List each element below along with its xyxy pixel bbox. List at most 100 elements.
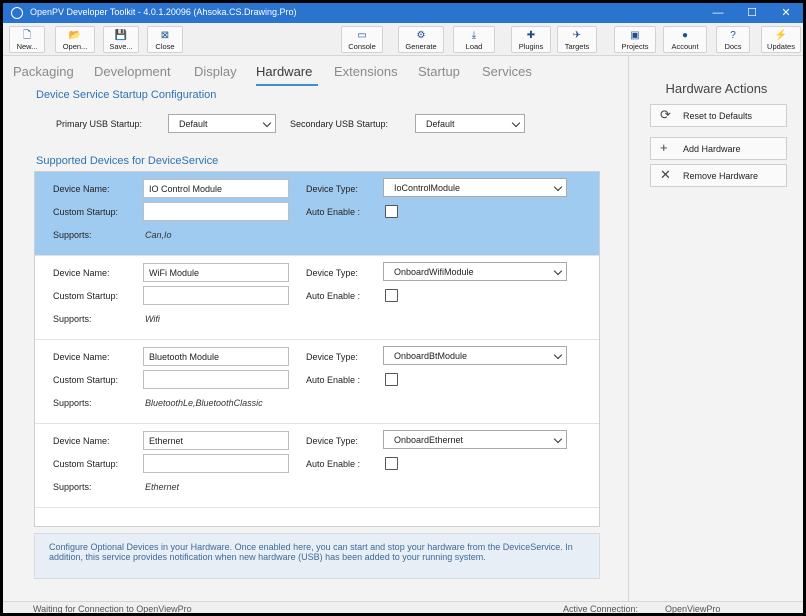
lightning-icon: ⚡ <box>774 30 788 41</box>
new-file-icon: 🗋 <box>22 30 32 41</box>
devices-section-title: Supported Devices for DeviceService <box>36 155 219 167</box>
reset-defaults-button[interactable]: ⟳ Reset to Defaults <box>650 104 787 127</box>
x-icon: ✕ <box>660 167 671 182</box>
new-button[interactable]: 🗋 New... <box>9 26 45 53</box>
open-folder-icon: 📂 <box>68 30 82 41</box>
plugins-button[interactable]: ✚ Plugins <box>511 26 551 53</box>
help-icon: ? <box>730 30 736 41</box>
console-icon: ▭ <box>357 30 367 41</box>
console-button[interactable]: ▭ Console <box>341 26 383 53</box>
auto-enable-label: Auto Enable : <box>306 375 361 385</box>
generate-button[interactable]: ⚙ Generate <box>398 26 444 53</box>
custom-startup-input[interactable] <box>143 370 289 389</box>
auto-enable-label: Auto Enable : <box>306 207 361 217</box>
person-icon: ● <box>681 30 689 41</box>
load-button[interactable]: ⤓ Load <box>453 26 495 53</box>
device-name-input[interactable]: IO Control Module <box>143 179 289 198</box>
custom-startup-input[interactable] <box>143 202 289 221</box>
device-name-label: Device Name: <box>53 268 110 278</box>
briefcase-icon: ▣ <box>630 30 640 41</box>
close-window-button[interactable]: ✕ <box>769 3 803 23</box>
app-logo-icon <box>11 7 23 19</box>
custom-startup-label: Custom Startup: <box>53 291 119 301</box>
auto-enable-label: Auto Enable : <box>306 459 361 469</box>
save-button[interactable]: 💾 Save... <box>103 26 139 53</box>
supports-label: Supports: <box>53 230 92 240</box>
status-bar: Waiting for Connection to OpenViewPro Ac… <box>3 601 803 613</box>
puzzle-icon: ✚ <box>526 30 536 41</box>
supports-value: BluetoothLe,BluetoothClassic <box>145 398 263 408</box>
secondary-usb-label: Secondary USB Startup: <box>290 119 389 129</box>
auto-enable-checkbox[interactable] <box>385 457 398 470</box>
device-type-select[interactable]: OnboardWifiModule <box>383 262 567 281</box>
device-row[interactable]: Device Name: WiFi Module Custom Startup:… <box>35 256 599 340</box>
secondary-usb-select[interactable]: Default <box>415 114 525 133</box>
tab-packaging[interactable]: Packaging <box>13 64 74 79</box>
connection-status: Waiting for Connection to OpenViewPro <box>33 604 192 613</box>
minimize-button[interactable]: — <box>701 3 735 23</box>
updates-button[interactable]: ⚡ Updates <box>761 26 801 53</box>
tab-display[interactable]: Display <box>194 64 237 79</box>
custom-startup-label: Custom Startup: <box>53 207 119 217</box>
save-icon: 💾 <box>114 30 128 41</box>
docs-button[interactable]: ? Docs <box>716 26 750 53</box>
supports-label: Supports: <box>53 314 92 324</box>
tab-development[interactable]: Development <box>94 64 171 79</box>
refresh-icon: ⟳ <box>660 107 671 122</box>
supports-label: Supports: <box>53 482 92 492</box>
device-type-label: Device Type: <box>306 268 358 278</box>
device-type-label: Device Type: <box>306 352 358 362</box>
satellite-icon: ✈ <box>572 30 582 41</box>
primary-usb-label: Primary USB Startup: <box>56 119 143 129</box>
device-name-input[interactable]: Ethernet <box>143 431 289 450</box>
device-name-input[interactable]: Bluetooth Module <box>143 347 289 366</box>
device-type-select[interactable]: IoControlModule <box>383 178 567 197</box>
startup-config-title: Device Service Startup Configuration <box>36 89 217 101</box>
open-button[interactable]: 📂 Open... <box>55 26 95 53</box>
device-row[interactable]: Device Name: Bluetooth Module Custom Sta… <box>35 340 599 424</box>
targets-button[interactable]: ✈ Targets <box>557 26 597 53</box>
device-type-label: Device Type: <box>306 184 358 194</box>
toolbar: 🗋 New... 📂 Open... 💾 Save... ⊠ Close ▭ Consol… <box>3 23 803 56</box>
add-hardware-button[interactable]: + Add Hardware <box>650 137 787 160</box>
tab-services[interactable]: Services <box>482 64 532 79</box>
chevron-down-icon <box>511 118 521 128</box>
device-row[interactable]: Device Name: IO Control Module Custom St… <box>35 172 599 256</box>
remove-hardware-button[interactable]: ✕ Remove Hardware <box>650 164 787 187</box>
auto-enable-checkbox[interactable] <box>385 373 398 386</box>
device-type-select[interactable]: OnboardBtModule <box>383 346 567 365</box>
tab-extensions[interactable]: Extensions <box>334 64 398 79</box>
active-tab-indicator <box>256 84 318 86</box>
tab-hardware[interactable]: Hardware <box>256 64 312 79</box>
projects-button[interactable]: ▣ Projects <box>614 26 656 53</box>
hardware-panel: Device Service Startup Configuration Pri… <box>3 87 628 613</box>
maximize-button[interactable]: ☐ <box>735 3 769 23</box>
custom-startup-input[interactable] <box>143 454 289 473</box>
tab-bar: Packaging Development Display Hardware E… <box>3 61 628 87</box>
device-type-label: Device Type: <box>306 436 358 446</box>
close-icon: ⊠ <box>160 30 170 41</box>
generate-icon: ⚙ <box>416 30 426 41</box>
supports-value: Wifi <box>145 314 160 324</box>
primary-usb-select[interactable]: Default <box>168 114 276 133</box>
account-button[interactable]: ● Account <box>663 26 707 53</box>
sidebar-title: Hardware Actions <box>665 81 768 96</box>
close-button[interactable]: ⊠ Close <box>147 26 183 53</box>
tab-startup[interactable]: Startup <box>418 64 460 79</box>
device-name-input[interactable]: WiFi Module <box>143 263 289 282</box>
device-row[interactable]: Device Name: Ethernet Custom Startup: Su… <box>35 424 599 508</box>
auto-enable-checkbox[interactable] <box>385 205 398 218</box>
device-name-label: Device Name: <box>53 184 110 194</box>
custom-startup-input[interactable] <box>143 286 289 305</box>
supports-value: Can,Io <box>145 230 172 240</box>
supports-value: Ethernet <box>145 482 180 492</box>
active-connection-value[interactable]: OpenViewPro <box>665 604 720 613</box>
chevron-down-icon <box>553 434 563 444</box>
device-type-select[interactable]: OnboardEthernet <box>383 430 567 449</box>
window-title: OpenPV Developer Toolkit - 4.0.1.20096 (… <box>30 7 297 17</box>
device-name-label: Device Name: <box>53 436 110 446</box>
auto-enable-label: Auto Enable : <box>306 291 361 301</box>
hardware-actions-sidebar: Hardware Actions ⟳ Reset to Defaults + Add… <box>628 56 803 601</box>
device-name-label: Device Name: <box>53 352 110 362</box>
auto-enable-checkbox[interactable] <box>385 289 398 302</box>
